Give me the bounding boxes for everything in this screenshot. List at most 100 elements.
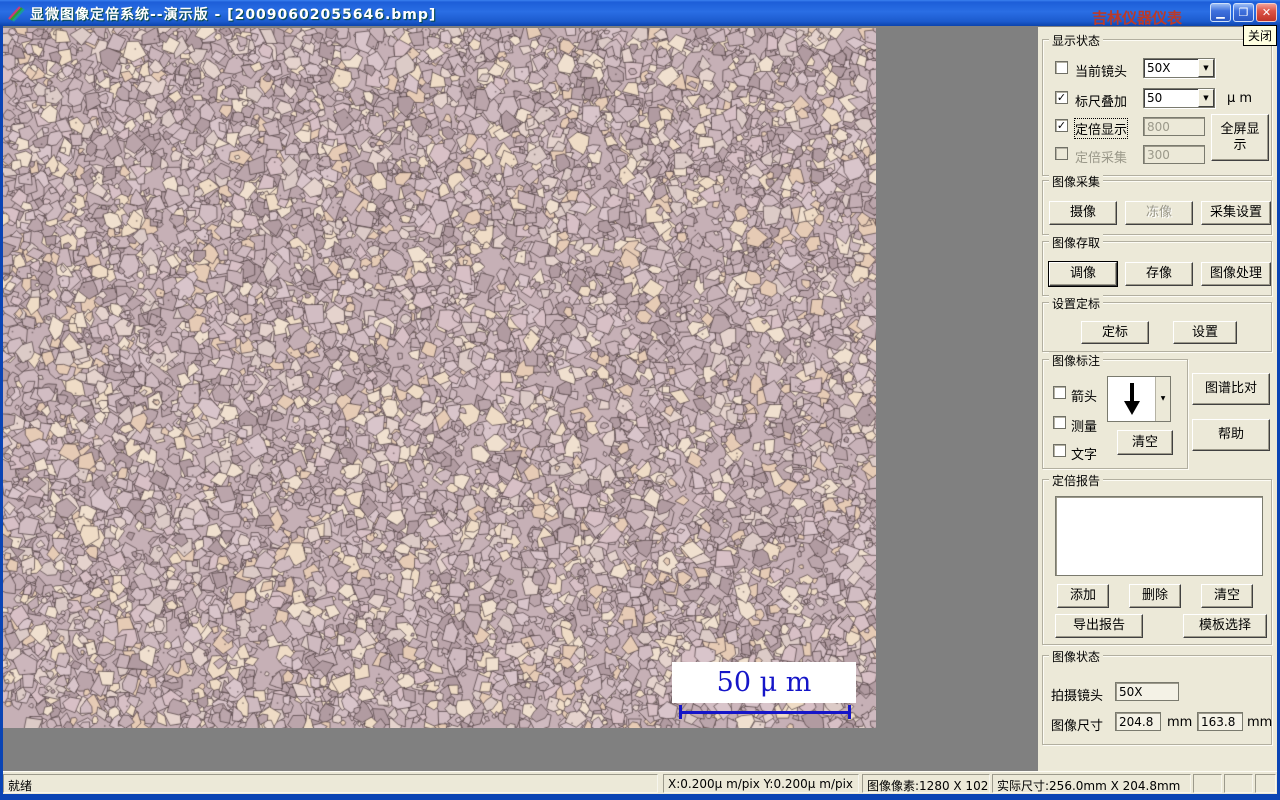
fixed-display-label: 定倍显示 <box>1073 118 1129 139</box>
fullscreen-button-label: 全屏显示 <box>1220 121 1260 153</box>
minimize-icon: ▁ <box>1216 6 1225 19</box>
arrow-style-select[interactable]: ▼ <box>1107 376 1171 422</box>
scale-overlay-label: 标尺叠加 <box>1075 95 1128 110</box>
control-panel: 显示状态 当前镜头 50X ▼ ✓ 标尺叠加 50 ▼ μ m ✓ 定倍显示 8… <box>1038 27 1277 771</box>
restore-button[interactable]: ❐ <box>1233 3 1254 22</box>
micrograph-image <box>3 28 876 728</box>
report-add-button[interactable]: 添加 <box>1057 584 1109 608</box>
report-list[interactable] <box>1055 496 1263 576</box>
image-processing-button-label: 图像处理 <box>1209 266 1262 281</box>
report-delete-button-label: 删除 <box>1141 588 1168 603</box>
group-report-title: 定倍报告 <box>1049 472 1104 489</box>
report-delete-button[interactable]: 删除 <box>1129 584 1181 608</box>
capture-settings-button[interactable]: 采集设置 <box>1201 201 1271 225</box>
capture-button[interactable]: 摄像 <box>1049 201 1117 225</box>
group-calibration-title: 设置定标 <box>1049 295 1104 312</box>
group-image-status: 图像状态 拍摄镜头 50X 图像尺寸 204.8 mm 163.8 mm <box>1042 648 1273 745</box>
scale-overlay-checkbox[interactable]: ✓ <box>1055 91 1068 104</box>
fixed-capture-checkbox <box>1055 147 1068 160</box>
fullscreen-button[interactable]: 全屏显示 <box>1211 114 1269 161</box>
annotation-clear-button[interactable]: 清空 <box>1117 430 1173 455</box>
chevron-down-icon[interactable]: ▼ <box>1198 89 1214 107</box>
image-width-unit: mm <box>1167 715 1193 730</box>
group-annotation-title: 图像标注 <box>1049 352 1104 369</box>
capture-button-label: 摄像 <box>1069 205 1096 220</box>
report-add-button-label: 添加 <box>1069 588 1096 603</box>
minimize-button[interactable]: ▁ <box>1210 3 1231 22</box>
client-area: 50 μ m 显示状态 当前镜头 50X ▼ ✓ 标尺叠加 50 ▼ μ m ✓… <box>3 26 1277 771</box>
lens-label: 拍摄镜头 <box>1051 689 1104 704</box>
vendor-watermark: 吉林仪器仪表 <box>1092 9 1183 27</box>
scale-bar-line <box>679 705 851 719</box>
group-calibration: 设置定标 定标 设置 <box>1042 295 1272 352</box>
export-report-button[interactable]: 导出报告 <box>1055 614 1143 638</box>
atlas-compare-button-label: 图谱比对 <box>1204 381 1257 396</box>
group-storage: 图像存取 调像 存像 图像处理 <box>1042 234 1272 296</box>
measure-checkbox[interactable] <box>1053 416 1066 429</box>
group-image-status-title: 图像状态 <box>1049 648 1104 665</box>
app-icon <box>8 6 25 22</box>
atlas-compare-button[interactable]: 图谱比对 <box>1192 373 1270 405</box>
text-checkbox[interactable] <box>1053 444 1066 457</box>
calibrate-button-label: 定标 <box>1101 324 1128 340</box>
image-height-unit: mm <box>1247 715 1273 730</box>
arrow-checkbox-label: 箭头 <box>1071 390 1098 405</box>
load-image-button-label: 调像 <box>1069 266 1096 281</box>
template-select-button-label: 模板选择 <box>1198 618 1251 633</box>
current-lens-select[interactable]: 50X ▼ <box>1143 58 1215 78</box>
status-ready: 就绪 <box>3 774 658 793</box>
status-actual-size: 实际尺寸:256.0mm X 204.8mm <box>992 774 1191 793</box>
group-storage-title: 图像存取 <box>1049 234 1104 251</box>
status-bar: 就绪 X:0.200μ m/pix Y:0.200μ m/pix 图像像素:12… <box>3 771 1277 794</box>
status-resolution: X:0.200μ m/pix Y:0.200μ m/pix <box>663 774 859 793</box>
title-bar[interactable]: 显微图像定倍系统--演示版 - [20090602055646.bmp] ▁ ❐… <box>0 0 1280 27</box>
group-display-status: 显示状态 当前镜头 50X ▼ ✓ 标尺叠加 50 ▼ μ m ✓ 定倍显示 8… <box>1042 32 1272 176</box>
text-checkbox-label: 文字 <box>1071 448 1098 463</box>
check-icon: ✓ <box>1056 91 1067 104</box>
close-icon: ✕ <box>1261 6 1272 19</box>
annotation-clear-button-label: 清空 <box>1131 434 1158 450</box>
group-capture-title: 图像采集 <box>1049 173 1104 190</box>
status-pixels: 图像像素:1280 X 1024 <box>862 774 990 793</box>
status-extra-pane <box>1193 774 1222 793</box>
report-clear-button[interactable]: 清空 <box>1201 584 1253 608</box>
export-report-button-label: 导出报告 <box>1072 618 1125 633</box>
group-annotation: 图像标注 箭头 测量 文字 ▼ 清空 <box>1042 352 1188 469</box>
freeze-button: 冻像 <box>1125 201 1193 225</box>
lens-field: 50X <box>1115 682 1179 701</box>
help-button[interactable]: 帮助 <box>1192 419 1270 451</box>
status-extra-pane <box>1255 774 1276 793</box>
capture-settings-button-label: 采集设置 <box>1209 205 1262 220</box>
fixed-display-field: 800 <box>1143 117 1205 136</box>
image-width-field: 204.8 <box>1115 712 1161 731</box>
help-button-label: 帮助 <box>1217 427 1244 442</box>
settings-button[interactable]: 设置 <box>1173 321 1237 344</box>
chevron-down-icon[interactable]: ▼ <box>1155 377 1170 421</box>
close-button[interactable]: ✕ <box>1256 3 1277 22</box>
image-height-field: 163.8 <box>1197 712 1243 731</box>
chevron-down-icon[interactable]: ▼ <box>1198 59 1214 77</box>
scale-overlay-value: 50 <box>1147 91 1163 105</box>
status-extra-pane <box>1224 774 1253 793</box>
scale-overlay-unit: μ m <box>1227 91 1253 106</box>
current-lens-checkbox[interactable] <box>1055 61 1068 74</box>
load-image-button[interactable]: 调像 <box>1048 261 1118 287</box>
check-icon: ✓ <box>1056 119 1067 132</box>
restore-icon: ❐ <box>1238 6 1249 19</box>
save-image-button[interactable]: 存像 <box>1125 262 1193 286</box>
fixed-display-checkbox[interactable]: ✓ <box>1055 119 1068 132</box>
report-clear-button-label: 清空 <box>1213 588 1240 603</box>
arrow-checkbox[interactable] <box>1053 386 1066 399</box>
micrograph-view[interactable]: 50 μ m <box>3 28 876 728</box>
fixed-capture-label: 定倍采集 <box>1075 151 1128 166</box>
scale-overlay-select[interactable]: 50 ▼ <box>1143 88 1215 108</box>
scale-bar: 50 μ m <box>672 662 856 703</box>
scale-bar-label: 50 μ m <box>716 667 812 698</box>
current-lens-value: 50X <box>1147 61 1171 75</box>
current-lens-label: 当前镜头 <box>1075 65 1128 80</box>
freeze-button-label: 冻像 <box>1145 205 1172 220</box>
group-capture: 图像采集 摄像 冻像 采集设置 <box>1042 173 1272 235</box>
image-processing-button[interactable]: 图像处理 <box>1201 262 1271 286</box>
calibrate-button[interactable]: 定标 <box>1081 321 1149 344</box>
template-select-button[interactable]: 模板选择 <box>1183 614 1267 638</box>
